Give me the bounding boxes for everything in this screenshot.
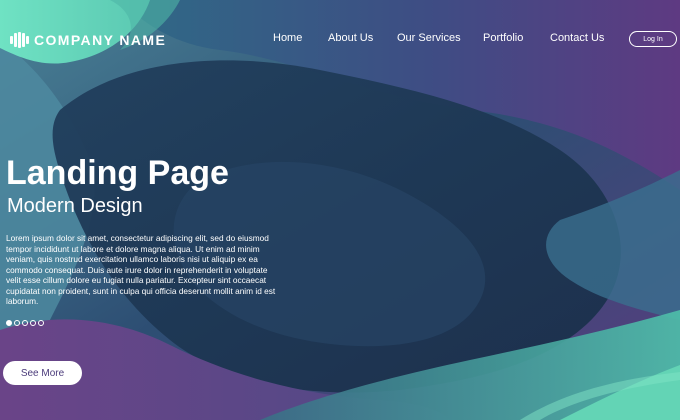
slide-dot-5[interactable]	[38, 320, 44, 326]
slide-dot-1[interactable]	[6, 320, 12, 326]
slide-dot-4[interactable]	[30, 320, 36, 326]
slide-indicator	[6, 320, 44, 326]
nav-link-contact-us[interactable]: Contact Us	[550, 32, 604, 48]
nav-link-about-us[interactable]: About Us	[328, 32, 373, 48]
nav-link-portfolio[interactable]: Portfolio	[483, 32, 523, 48]
see-more-button[interactable]: See More	[3, 361, 82, 385]
login-button[interactable]: Log In	[629, 31, 677, 47]
site-header: COMPANY NAME Home About Us Our Services …	[0, 0, 680, 80]
nav-link-home[interactable]: Home	[273, 32, 302, 48]
nav-link-our-services[interactable]: Our Services	[397, 32, 461, 48]
slide-dot-3[interactable]	[22, 320, 28, 326]
vertical-bars-logo-icon	[10, 32, 29, 48]
company-name: COMPANY NAME	[34, 32, 167, 48]
hero-title: Landing Page	[6, 154, 229, 192]
landing-page: COMPANY NAME Home About Us Our Services …	[0, 0, 680, 420]
company-logo[interactable]: COMPANY NAME	[10, 31, 166, 49]
slide-dot-2[interactable]	[14, 320, 20, 326]
hero-subtitle: Modern Design	[7, 195, 143, 217]
hero-description: Lorem ipsum dolor sit amet, consectetur …	[6, 233, 276, 306]
